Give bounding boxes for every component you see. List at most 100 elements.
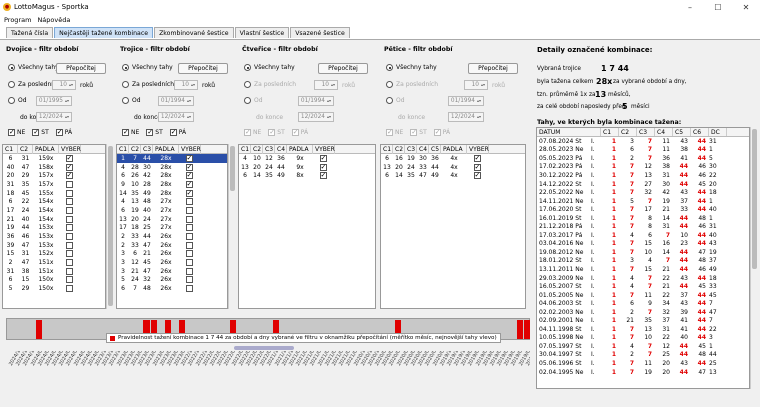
day-checkbox[interactable] (410, 128, 418, 136)
select-checkbox[interactable] (185, 241, 193, 249)
select-checkbox[interactable] (65, 250, 73, 258)
column-header[interactable]: C4 (417, 145, 429, 154)
table-row[interactable]: 6 14 35 49 8x (239, 171, 375, 180)
tab-combined-sixes[interactable]: Zkombinované šestice (154, 27, 234, 38)
select-checkbox[interactable] (473, 171, 481, 180)
select-checkbox[interactable] (65, 267, 73, 275)
draw-row[interactable]: 16.05.2007 St I. 1 4 7 21 44 45 33 (537, 282, 749, 291)
day-checkbox[interactable] (433, 128, 441, 136)
select-cell[interactable] (179, 189, 201, 197)
column-header[interactable]: C2 (251, 145, 263, 154)
select-checkbox[interactable] (473, 154, 481, 162)
select-checkbox[interactable] (65, 215, 73, 223)
last-years-option[interactable]: Za posledních (122, 81, 174, 88)
table-row[interactable]: 6 7 48 26x (117, 284, 227, 293)
table-row[interactable]: 3 21 47 26x (117, 267, 227, 276)
column-header[interactable]: C2 (129, 145, 141, 154)
table-row[interactable]: 13 20 24 33 44 4x (381, 163, 525, 172)
radio-all[interactable] (8, 64, 15, 71)
table-row[interactable]: 3 6 21 26x (117, 250, 227, 259)
to-spinner[interactable]: 12/2024 (36, 112, 72, 122)
table-row[interactable]: 31 35 157x (3, 180, 105, 189)
table-row[interactable]: 6 19 40 27x (117, 206, 227, 215)
column-header[interactable]: C6 (691, 128, 709, 136)
select-checkbox[interactable] (185, 189, 193, 197)
draw-row[interactable]: 05.05.2023 Pá I. 1 2 7 36 41 44 5 (537, 154, 749, 163)
draw-row[interactable]: 02.04.1995 Ne I. 1 7 19 20 44 47 13 (537, 368, 749, 377)
recalculate-button[interactable]: Přepočítej (318, 63, 368, 74)
select-cell[interactable] (313, 154, 335, 162)
table-row[interactable]: 13 20 24 27x (117, 215, 227, 224)
select-cell[interactable] (179, 224, 201, 232)
to-spinner[interactable]: 12/2024 (158, 112, 194, 122)
column-header[interactable]: C3 (141, 145, 153, 154)
radio-last[interactable] (8, 81, 15, 88)
select-cell[interactable] (59, 241, 81, 249)
draw-row[interactable]: 21.12.2018 Pá I. 1 7 8 31 44 46 31 (537, 222, 749, 231)
draw-row[interactable]: 02.02.2003 Ne I. 1 2 7 32 39 44 47 (537, 308, 749, 317)
column-header[interactable]: PADLA (33, 145, 59, 154)
draw-row[interactable]: 30.04.1997 St I. 1 2 7 25 44 48 44 (537, 351, 749, 360)
column-header[interactable]: VYBER (467, 145, 489, 154)
table-scrollbar[interactable] (228, 144, 235, 309)
column-header[interactable]: C3 (263, 145, 275, 154)
column-header[interactable]: C3 (405, 145, 417, 154)
select-checkbox[interactable] (185, 206, 193, 214)
table-row[interactable]: 40 47 158x (3, 163, 105, 172)
combination-table-3[interactable]: C1C2C3C4C5PADLAVYBER6161930364x132024334… (380, 144, 526, 309)
table-row[interactable]: 17 24 154x (3, 206, 105, 215)
select-cell[interactable] (179, 171, 201, 180)
radio-last[interactable] (386, 81, 393, 88)
radio-from[interactable] (386, 97, 393, 104)
column-header[interactable]: VYBER (313, 145, 335, 154)
day-checkbox[interactable] (32, 128, 40, 136)
table-row[interactable]: 39 47 153x (3, 241, 105, 250)
draw-row[interactable]: 28.05.2023 Ne I. 1 6 7 11 38 44 1 (537, 146, 749, 155)
column-header[interactable]: C3 (637, 128, 655, 136)
select-cell[interactable] (179, 241, 201, 249)
all-draws-option[interactable]: Všechny tahy (244, 64, 295, 71)
table-row[interactable]: 20 29 157x (3, 171, 105, 180)
tab-drawn-numbers[interactable]: Tažená čísla (6, 27, 54, 38)
select-cell[interactable] (313, 163, 335, 171)
column-header[interactable]: PADLA (441, 145, 467, 154)
select-checkbox[interactable] (65, 241, 73, 249)
select-checkbox[interactable] (185, 171, 193, 180)
select-cell[interactable] (179, 163, 201, 171)
select-cell[interactable] (467, 163, 489, 171)
radio-last[interactable] (122, 81, 129, 88)
draw-row[interactable]: 02.09.2001 Ne I. 1 21 35 37 41 44 7 (537, 316, 749, 325)
select-checkbox[interactable] (319, 154, 327, 162)
radio-all[interactable] (244, 64, 251, 71)
close-icon[interactable]: ✕ (732, 0, 760, 14)
radio-all[interactable] (122, 64, 129, 71)
select-cell[interactable] (179, 285, 201, 293)
draw-row[interactable]: 01.05.2005 Ne I. 1 7 11 22 37 44 45 (537, 291, 749, 300)
table-row[interactable]: 6 16 19 30 36 4x (381, 154, 525, 163)
draws-table[interactable]: DATUM C1 C2 C3 C4 C5 C6 DC 07.08.2024 St I. 1 3 7 11… (536, 127, 750, 389)
select-checkbox[interactable] (185, 259, 193, 267)
table-row[interactable]: 6 14 35 47 49 4x (381, 171, 525, 180)
last-years-spinner[interactable]: 10 (174, 80, 198, 90)
table-row[interactable]: 21 40 154x (3, 215, 105, 224)
all-draws-option[interactable]: Všechny tahy (8, 64, 59, 71)
select-cell[interactable] (467, 171, 489, 180)
combination-table-0[interactable]: C1C2PADLAVYBER631159x4047158x2029157x313… (2, 144, 106, 309)
tab-own-sixes[interactable]: Vlastní šestice (234, 27, 290, 38)
select-checkbox[interactable] (65, 276, 73, 284)
select-cell[interactable] (179, 198, 201, 206)
from-spinner[interactable]: 01/1994 (448, 96, 484, 106)
select-cell[interactable] (467, 154, 489, 162)
draws-scrollbar[interactable] (750, 127, 757, 389)
all-draws-option[interactable]: Všechny tahy (122, 64, 173, 71)
day-checkbox[interactable] (386, 128, 393, 136)
column-header[interactable]: C1 (601, 128, 619, 136)
scroll-thumb[interactable] (230, 146, 235, 191)
select-cell[interactable] (179, 233, 201, 241)
recalculate-button[interactable]: Přepočítej (468, 63, 518, 74)
table-row[interactable]: 36 46 153x (3, 232, 105, 241)
draw-row[interactable]: 29.03.2009 Ne I. 1 4 7 22 43 44 18 (537, 274, 749, 283)
select-checkbox[interactable] (185, 267, 193, 275)
column-header[interactable]: C1 (117, 145, 129, 154)
select-cell[interactable] (179, 180, 201, 188)
